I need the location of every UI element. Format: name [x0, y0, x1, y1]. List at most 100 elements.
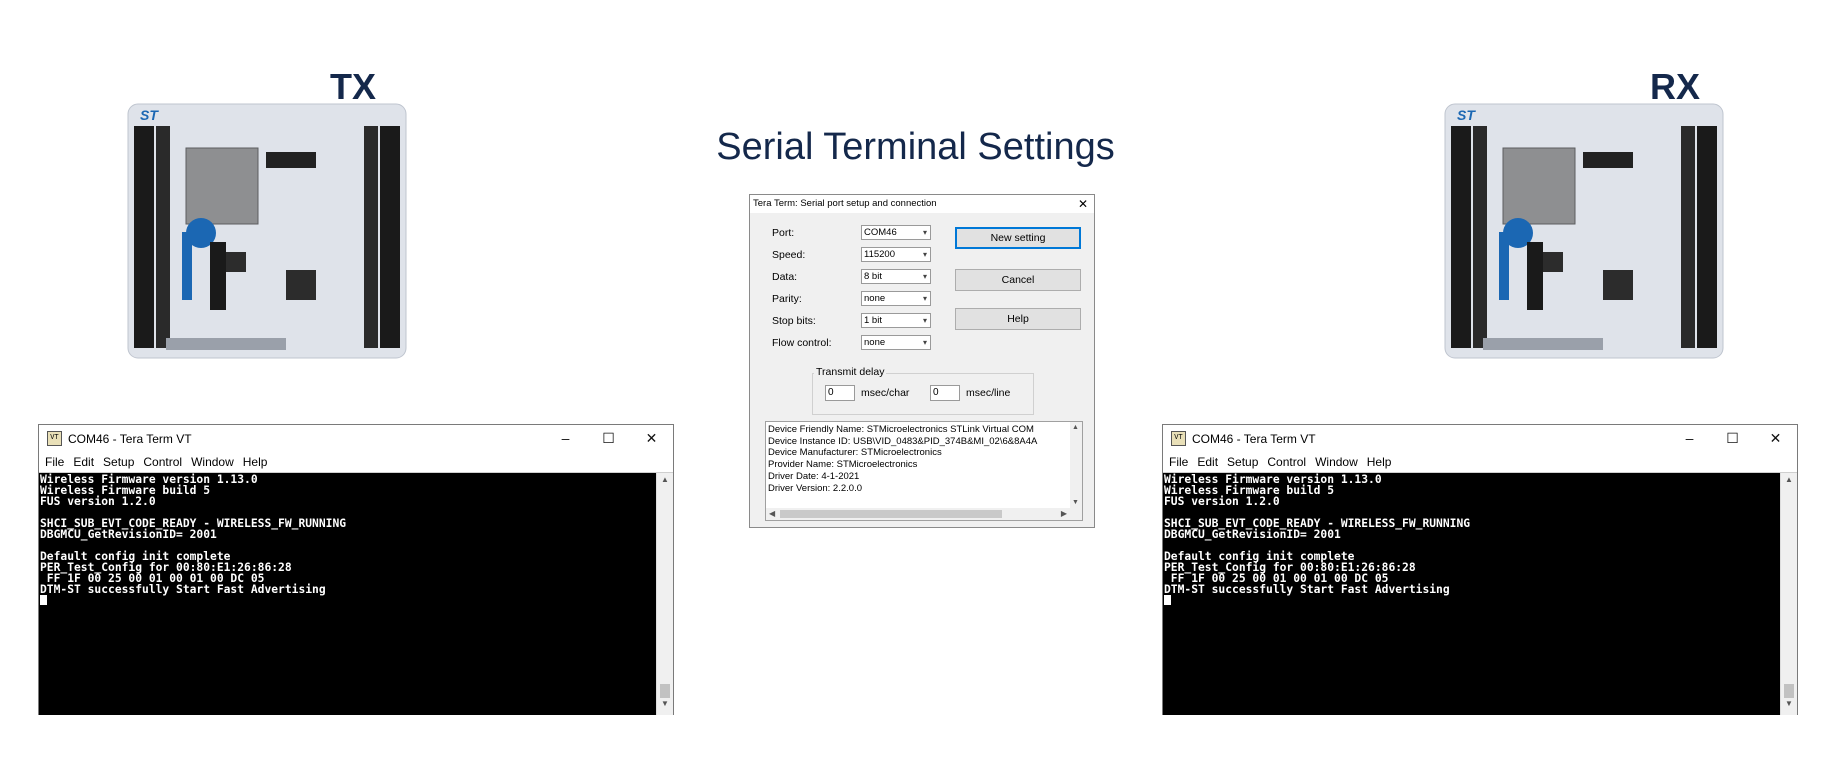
menu-bar: File Edit Setup Control Window Help [39, 452, 673, 473]
chevron-down-icon: ▾ [922, 272, 927, 281]
stop-bits-label: Stop bits: [772, 315, 816, 327]
window-title: COM46 - Tera Term VT [1192, 431, 1316, 446]
chevron-down-icon: ▾ [922, 228, 927, 237]
dialog-title: Tera Term: Serial port setup and connect… [753, 198, 937, 209]
menu-edit[interactable]: Edit [1197, 455, 1218, 469]
terminal-screen[interactable]: Wireless Firmware version 1.13.0 Wireless… [1163, 473, 1781, 715]
title-bar[interactable]: VT COM46 - Tera Term VT – ☐ ✕ [1163, 425, 1797, 452]
data-label: Data: [772, 271, 798, 283]
flow-control-value: none [864, 337, 886, 348]
text-cursor [1164, 595, 1171, 605]
chevron-down-icon: ▾ [922, 338, 927, 347]
terminal-line: DTM-ST successfully Start Fast Advertisi… [40, 583, 326, 596]
minimize-button[interactable]: – [1668, 425, 1711, 451]
nucleo-board-rx-image: ST [1444, 103, 1724, 359]
scroll-down-icon[interactable]: ▼ [1781, 699, 1797, 713]
menu-control[interactable]: Control [1267, 455, 1306, 469]
info-line: Provider Name: STMicroelectronics [768, 459, 918, 471]
minimize-button[interactable]: – [544, 425, 587, 451]
scroll-thumb[interactable] [780, 510, 1002, 518]
vertical-scrollbar[interactable]: ▲ ▼ [1070, 422, 1082, 520]
menu-bar: File Edit Setup Control Window Help [1163, 452, 1797, 473]
chevron-down-icon: ▾ [922, 250, 927, 259]
transmit-delay-label: Transmit delay [814, 366, 887, 378]
window-title: COM46 - Tera Term VT [68, 431, 192, 446]
scroll-up-icon[interactable]: ▲ [1781, 475, 1797, 489]
menu-setup[interactable]: Setup [1227, 455, 1258, 469]
menu-window[interactable]: Window [1315, 455, 1358, 469]
title-bar[interactable]: VT COM46 - Tera Term VT – ☐ ✕ [39, 425, 673, 452]
info-line: Driver Date: 4-1-2021 [768, 470, 860, 482]
data-select[interactable]: 8 bit ▾ [861, 269, 931, 284]
new-setting-button[interactable]: New setting [955, 227, 1081, 249]
scroll-thumb[interactable] [1784, 684, 1794, 698]
scroll-left-icon[interactable]: ◀ [769, 508, 775, 520]
tera-term-app-icon: VT [47, 431, 62, 446]
menu-edit[interactable]: Edit [73, 455, 94, 469]
text-cursor [40, 595, 47, 605]
menu-file[interactable]: File [45, 455, 64, 469]
terminal-line: DBGMCU_GetRevisionID= 2001 [1164, 528, 1341, 541]
menu-setup[interactable]: Setup [103, 455, 134, 469]
help-button[interactable]: Help [955, 308, 1081, 330]
vertical-scrollbar[interactable]: ▲ ▼ [656, 473, 673, 715]
stop-bits-value: 1 bit [864, 315, 882, 326]
terminal-line: FUS version 1.2.0 [1164, 495, 1280, 508]
terminal-screen[interactable]: Wireless Firmware version 1.13.0 Wireless… [39, 473, 657, 715]
info-line: Device Manufacturer: STMicroelectronics [768, 447, 942, 459]
flow-control-select[interactable]: none ▾ [861, 335, 931, 350]
serial-port-setup-dialog[interactable]: Tera Term: Serial port setup and connect… [749, 194, 1095, 528]
svg-text:ST: ST [140, 107, 159, 123]
tera-term-app-icon: VT [1171, 431, 1186, 446]
parity-label: Parity: [772, 293, 802, 305]
vertical-scrollbar[interactable]: ▲ ▼ [1780, 473, 1797, 715]
msec-line-input[interactable]: 0 [930, 385, 960, 401]
menu-help[interactable]: Help [243, 455, 268, 469]
data-value: 8 bit [864, 271, 882, 282]
menu-control[interactable]: Control [143, 455, 182, 469]
msec-char-input[interactable]: 0 [825, 385, 855, 401]
flow-control-label: Flow control: [772, 337, 832, 349]
scroll-right-icon[interactable]: ▶ [1061, 508, 1067, 520]
speed-value: 115200 [864, 249, 895, 260]
close-icon[interactable]: ✕ [1078, 195, 1088, 213]
scroll-up-icon[interactable]: ▲ [1072, 424, 1079, 431]
close-button[interactable]: ✕ [1754, 425, 1797, 451]
tera-term-window-tx[interactable]: VT COM46 - Tera Term VT – ☐ ✕ File Edit … [38, 424, 674, 715]
chevron-down-icon: ▾ [922, 294, 927, 303]
cancel-button[interactable]: Cancel [955, 269, 1081, 291]
scroll-down-icon[interactable]: ▼ [657, 699, 673, 713]
port-select[interactable]: COM46 ▾ [861, 225, 931, 240]
svg-text:ST: ST [1457, 107, 1476, 123]
parity-value: none [864, 293, 886, 304]
terminal-line: DBGMCU_GetRevisionID= 2001 [40, 528, 217, 541]
dialog-title-bar[interactable]: Tera Term: Serial port setup and connect… [750, 195, 1094, 213]
chevron-down-icon: ▾ [922, 316, 927, 325]
tera-term-window-rx[interactable]: VT COM46 - Tera Term VT – ☐ ✕ File Edit … [1162, 424, 1798, 715]
menu-help[interactable]: Help [1367, 455, 1392, 469]
msec-char-unit: msec/char [861, 387, 910, 399]
scroll-down-icon[interactable]: ▼ [1072, 499, 1079, 506]
info-line: Driver Version: 2.2.0.0 [768, 482, 862, 494]
device-info-text: Device Friendly Name: STMicroelectronics… [768, 424, 1037, 494]
info-line: Device Friendly Name: STMicroelectronics… [768, 424, 1034, 435]
speed-label: Speed: [772, 249, 806, 261]
info-line: Device Instance ID: USB\VID_0483&PID_374… [768, 435, 1038, 447]
close-button[interactable]: ✕ [630, 425, 673, 451]
parity-select[interactable]: none ▾ [861, 291, 931, 306]
maximize-button[interactable]: ☐ [1711, 425, 1754, 451]
msec-line-unit: msec/line [966, 387, 1011, 399]
scroll-up-icon[interactable]: ▲ [657, 475, 673, 489]
menu-window[interactable]: Window [191, 455, 234, 469]
nucleo-board-tx-image: ST [127, 103, 407, 359]
terminal-line: FUS version 1.2.0 [40, 495, 156, 508]
port-label: Port: [772, 227, 795, 239]
terminal-line: DTM-ST successfully Start Fast Advertisi… [1164, 583, 1450, 596]
menu-file[interactable]: File [1169, 455, 1188, 469]
device-info-box[interactable]: Device Friendly Name: STMicroelectronics… [765, 421, 1083, 521]
maximize-button[interactable]: ☐ [587, 425, 630, 451]
speed-select[interactable]: 115200 ▾ [861, 247, 931, 262]
scroll-thumb[interactable] [660, 684, 670, 698]
stop-bits-select[interactable]: 1 bit ▾ [861, 313, 931, 328]
horizontal-scrollbar[interactable]: ◀ ▶ [766, 508, 1070, 520]
